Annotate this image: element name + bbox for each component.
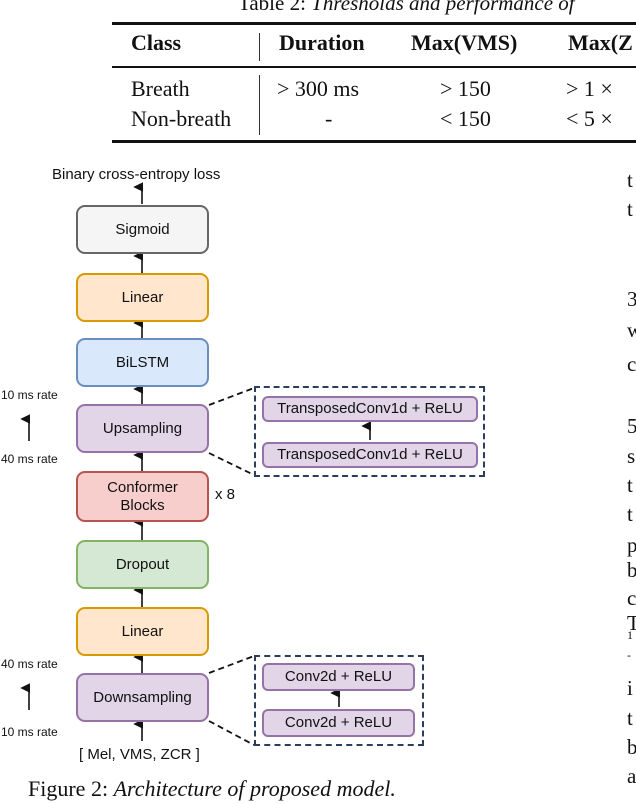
conv2d-bottom-label: Conv2d + ReLU <box>284 714 393 731</box>
body-text-fragment: b <box>627 735 636 759</box>
linear-top-block: Linear <box>76 273 209 322</box>
body-text-fragment: - <box>627 648 631 662</box>
linear-bottom-label: Linear <box>121 622 164 640</box>
body-text-fragment: t <box>627 706 633 730</box>
body-text-fragment: t <box>627 502 633 526</box>
conv2d-block-bottom: Conv2d + ReLU <box>262 709 415 737</box>
body-text-fragment: w <box>627 318 636 342</box>
transposed-conv-bottom-label: TransposedConv1d + ReLU <box>277 446 463 463</box>
body-text-fragment: b <box>627 558 636 582</box>
conformer-block: Conformer Blocks <box>76 471 209 522</box>
transposed-conv-top-label: TransposedConv1d + ReLU <box>277 400 463 417</box>
linear-bottom-block: Linear <box>76 607 209 656</box>
dropout-label: Dropout <box>115 555 170 573</box>
conformer-label: Conformer Blocks <box>107 478 178 514</box>
input-features-label: [ Mel, VMS, ZCR ] <box>79 746 200 763</box>
transposed-conv-block-bottom: TransposedConv1d + ReLU <box>262 442 478 468</box>
sigmoid-block: Sigmoid <box>76 205 209 254</box>
zoom-line-down-top <box>208 655 255 674</box>
figure-caption-prefix: Figure 2: <box>28 776 114 801</box>
body-text-fragment: a <box>627 764 636 788</box>
zoom-line-up-bottom <box>208 452 255 476</box>
body-text-fragment: s <box>627 444 636 468</box>
bilstm-block: BiLSTM <box>76 338 209 387</box>
dropout-block: Dropout <box>76 540 209 589</box>
body-text-fragment: t <box>627 473 633 497</box>
rate-label-down-top: 40 ms rate <box>1 657 58 671</box>
conv2d-top-label: Conv2d + ReLU <box>284 668 393 685</box>
upsampling-label: Upsampling <box>102 419 183 437</box>
sigmoid-label: Sigmoid <box>115 220 170 238</box>
output-loss-label: Binary cross-entropy loss <box>52 166 221 183</box>
body-text-fragment: 1 <box>627 628 633 642</box>
bilstm-label: BiLSTM <box>115 353 170 371</box>
rate-label-down-bottom: 10 ms rate <box>1 725 58 739</box>
downsampling-block: Downsampling <box>76 673 209 722</box>
rate-label-up-top: 10 ms rate <box>1 388 58 402</box>
body-text-fragment: t <box>627 197 633 221</box>
body-text-fragment: 3 <box>627 287 636 311</box>
zoom-line-up-top <box>208 387 255 406</box>
transposed-conv-block-top: TransposedConv1d + ReLU <box>262 396 478 422</box>
conv2d-block-top: Conv2d + ReLU <box>262 663 415 691</box>
body-text-fragment: t <box>627 168 633 192</box>
body-text-fragment: c <box>627 352 636 376</box>
body-text-fragment: c <box>627 586 636 610</box>
rate-label-up-bottom: 40 ms rate <box>1 452 58 466</box>
zoom-line-down-bottom <box>208 720 255 746</box>
figure-caption-text: Architecture of proposed model. <box>113 776 396 801</box>
conformer-repeat-label: x 8 <box>215 486 236 503</box>
body-text-fragment: 5 <box>627 414 636 438</box>
downsampling-label: Downsampling <box>93 688 192 706</box>
body-text-fragment: i <box>627 676 633 700</box>
figure-caption: Figure 2: Architecture of proposed model… <box>28 776 396 802</box>
linear-top-label: Linear <box>121 288 164 306</box>
upsampling-block: Upsampling <box>76 404 209 453</box>
body-text-fragment: p <box>627 533 636 557</box>
